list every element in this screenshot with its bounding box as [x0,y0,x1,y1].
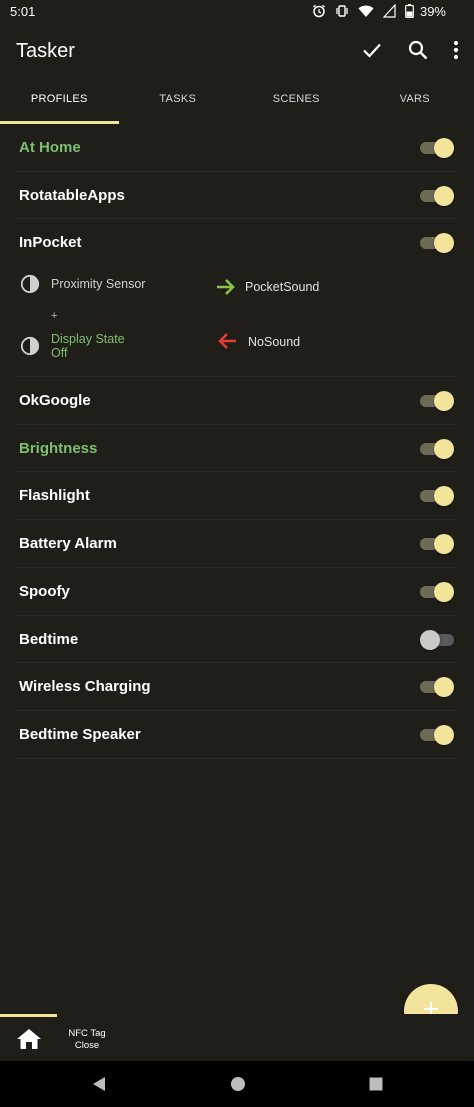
profile-name: RotatableApps [19,186,125,204]
profile-toggle[interactable] [420,390,454,412]
profile-row-spoofy[interactable]: Spoofy [14,568,458,616]
enter-task[interactable]: PocketSound [245,280,319,294]
status-time: 5:01 [10,4,36,19]
profile-name: OkGoogle [19,392,91,410]
recents-icon[interactable] [368,1076,384,1092]
profile-name: Battery Alarm [19,535,117,553]
profile-name: Bedtime [19,630,79,648]
profile-toggle[interactable] [420,724,454,745]
display-state-icon[interactable] [20,336,40,356]
context-display-state-line1: Display State [51,332,125,347]
app-actions [360,38,460,62]
profile-name: Bedtime Speaker [19,725,141,743]
profile-row-wireless-charging[interactable]: Wireless Charging [14,663,458,711]
status-icons [312,4,414,18]
home-project-icon[interactable] [16,1027,42,1051]
profile-name: InPocket [19,234,82,252]
exit-arrow-icon [217,332,237,355]
profile-toggle[interactable] [420,533,454,555]
context-proximity-sensor[interactable]: Proximity Sensor [51,277,145,291]
status-bar: 5:01 39% [0,0,474,24]
nfc-tag-line1: NFC Tag [68,1028,106,1039]
profile-name: Brightness [19,439,98,457]
profile-toggle[interactable] [420,676,454,698]
check-icon[interactable] [360,38,384,62]
project-indicator [0,1014,57,1017]
profile-row-okgoogle[interactable]: OkGoogle [14,377,458,425]
tab-bar: PROFILES TASKS SCENES VARS [0,86,474,124]
profile-toggle[interactable] [420,185,454,206]
profile-name: At Home [19,139,81,156]
profile-toggle[interactable] [420,232,454,254]
exit-task[interactable]: NoSound [248,335,300,349]
wifi-icon [358,4,374,18]
nfc-tag-project[interactable]: NFC Tag Close [62,1028,112,1052]
profile-name: Flashlight [19,487,90,505]
context-display-state[interactable]: Display State Off [51,332,125,360]
signal-icon [383,4,396,18]
context-joiner: + [51,310,58,323]
profile-row-rotatableapps[interactable]: RotatableApps [14,172,458,220]
profile-row-brightness[interactable]: Brightness [14,425,458,473]
back-icon[interactable] [91,1076,107,1092]
search-icon[interactable] [406,38,430,62]
profile-row-inpocket[interactable]: InPocket [14,219,458,266]
home-icon[interactable] [230,1076,246,1092]
tab-scenes[interactable]: SCENES [237,86,356,124]
profile-toggle[interactable] [420,438,454,459]
profile-name: Wireless Charging [19,678,151,696]
profile-row-flashlight[interactable]: Flashlight [14,472,458,521]
nfc-tag-line2: Close [74,1040,100,1051]
app-bar: Tasker [0,28,474,74]
system-nav-bar [0,1061,474,1107]
proximity-sensor-icon[interactable] [20,274,40,294]
battery-icon [405,4,414,18]
inpocket-detail: Proximity Sensor + Display State Off Poc… [14,266,458,378]
tab-profiles[interactable]: PROFILES [0,86,119,124]
context-display-state-line2: Off [51,346,68,361]
profile-toggle[interactable] [420,137,454,158]
tab-vars[interactable]: VARS [356,86,474,124]
profile-row-at-home[interactable]: At Home [14,124,458,172]
more-vert-icon[interactable] [452,38,460,62]
profile-toggle[interactable] [420,485,454,507]
profile-name: Spoofy [19,582,70,600]
profile-row-bedtime[interactable]: Bedtime [14,616,458,664]
enter-arrow-icon [216,278,236,301]
alarm-icon [312,4,326,18]
profile-toggle[interactable] [420,581,454,602]
profile-list: At Home RotatableApps InPocket Proximity… [0,124,474,759]
profile-row-battery-alarm[interactable]: Battery Alarm [14,520,458,568]
app-title: Tasker [16,40,75,62]
profile-toggle[interactable] [420,629,454,650]
battery-percent: 39% [419,4,446,19]
tab-tasks[interactable]: TASKS [119,86,238,124]
profile-row-bedtime-speaker[interactable]: Bedtime Speaker [14,711,458,759]
project-bar: NFC Tag Close [0,1014,474,1060]
vibrate-icon [335,4,349,18]
